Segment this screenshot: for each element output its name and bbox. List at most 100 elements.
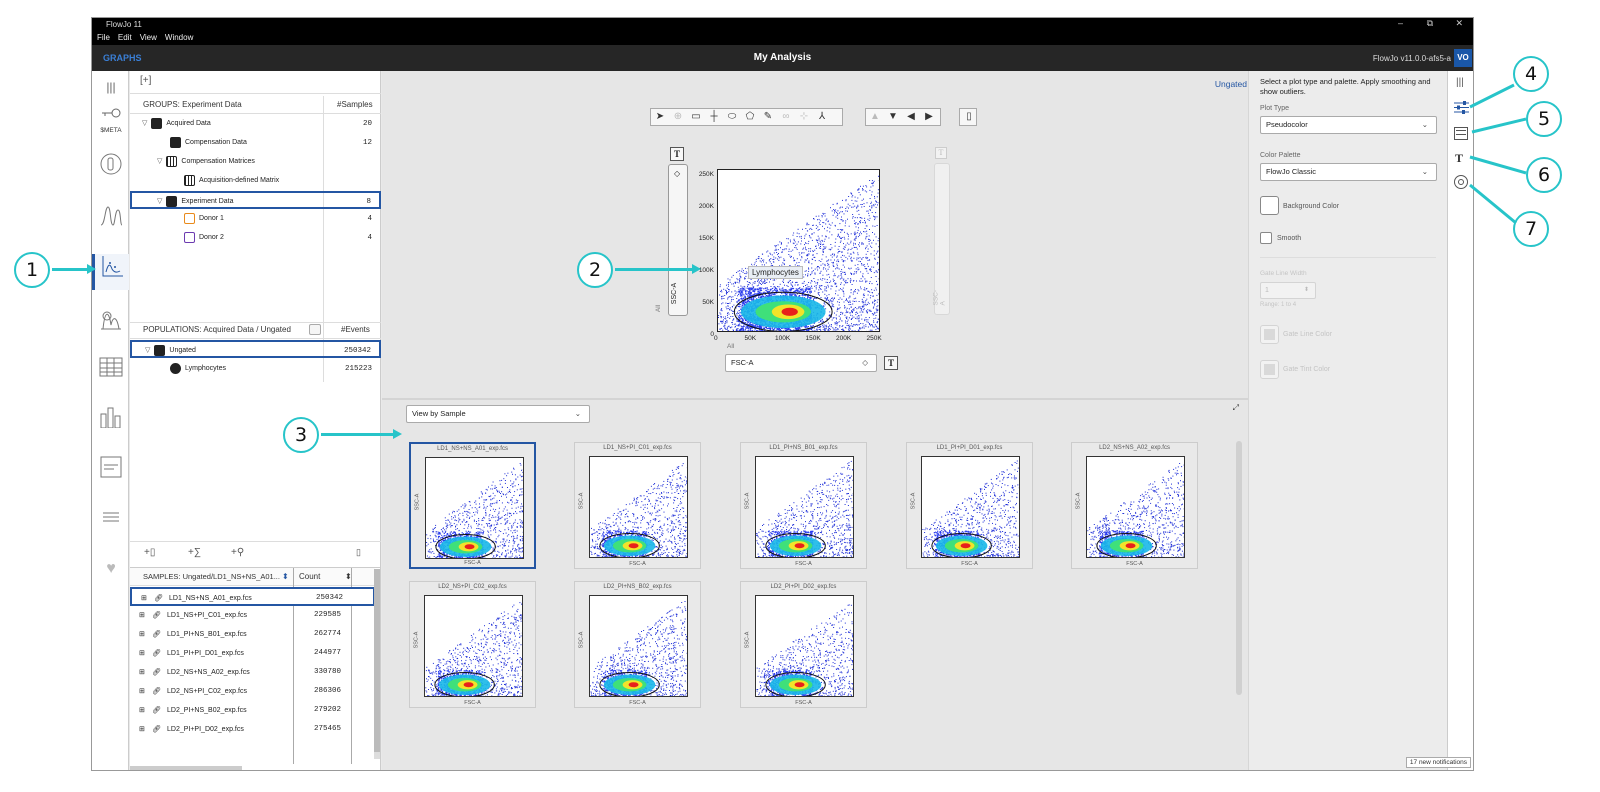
thumbnail-plot xyxy=(1086,456,1185,558)
y-text-button[interactable]: T xyxy=(670,147,684,161)
population-lymphocytes[interactable]: Lymphocytes 215223 xyxy=(170,360,380,378)
table-icon[interactable] xyxy=(99,357,123,381)
chevron-down-icon: ⌄ xyxy=(1421,120,1428,129)
samples-sort-icon[interactable]: ⬍ xyxy=(282,568,289,586)
sample-thumbnail[interactable]: LD1_NS+PI_C01_exp.fcs SSC-A FSC-A xyxy=(574,442,701,569)
thumbnail-y-label: SSC-A xyxy=(578,631,585,649)
expand-icon[interactable]: ⤢ xyxy=(1233,403,1239,413)
heart-icon[interactable]: ♥ xyxy=(99,557,123,581)
palette-dropdown[interactable]: FlowJo Classic ⌄ xyxy=(1260,163,1437,181)
population-ungated[interactable]: ▽ Ungated 250342 xyxy=(130,340,381,358)
thumbnail-plot xyxy=(424,595,523,697)
main-scatter-plot[interactable] xyxy=(717,169,880,332)
ellipse-tool-icon[interactable]: ⬭ xyxy=(723,109,741,125)
smooth-label: Smooth xyxy=(1277,235,1302,242)
menu-window[interactable]: Window xyxy=(165,33,193,42)
quadrant-tool-icon[interactable]: ┼ xyxy=(705,109,723,125)
sample-options-icon[interactable]: ▯ xyxy=(356,547,361,558)
plot-type-dropdown[interactable]: Pseudocolor ⌄ xyxy=(1260,116,1437,134)
sample-count: 279202 xyxy=(314,706,342,714)
sample-table-icon: ⊞ xyxy=(139,669,145,676)
sample-row[interactable]: ⊞ 🔗︎ LD2_NS+PI_C02_exp.fcs 286306 xyxy=(130,682,375,701)
x-text-button[interactable]: T xyxy=(884,356,898,370)
group-donor-2[interactable]: Donor 2 4 xyxy=(184,229,380,247)
callout-3-arrow xyxy=(321,433,395,436)
sample-tube-icon[interactable] xyxy=(99,153,123,177)
add-sample-icon[interactable]: +▯ xyxy=(144,547,155,558)
menu-view[interactable]: View xyxy=(140,33,157,42)
sample-row[interactable]: ⊞ 🔗︎ LD1_NS+PI_C01_exp.fcs 229585 xyxy=(130,606,375,625)
add-group-button[interactable]: [+] xyxy=(140,75,151,86)
sample-thumbnail[interactable]: LD1_PI+NS_B01_exp.fcs SSC-A FSC-A xyxy=(740,442,867,569)
graphs-icon[interactable] xyxy=(92,254,129,290)
samples-scrollbar[interactable] xyxy=(374,569,380,759)
restore-button[interactable]: ⧉ xyxy=(1427,18,1433,29)
sample-thumbnail[interactable]: LD2_PI+PI_D02_exp.fcs SSC-A FSC-A xyxy=(740,581,867,708)
navigation-toolbar: ▲ ▼ ◀ ▶ xyxy=(865,108,941,126)
histogram-icon[interactable] xyxy=(99,204,123,228)
callout-5: 5 xyxy=(1526,101,1562,137)
link-icon: 🔗︎ xyxy=(152,612,161,619)
group-donor-1[interactable]: Donor 1 4 xyxy=(184,210,380,228)
left-arrow-icon[interactable]: ◀ xyxy=(902,109,920,125)
add-statistic-icon[interactable]: +∑ xyxy=(188,547,201,558)
spline-tool-icon: ∞ xyxy=(782,111,790,122)
sample-thumbnail[interactable]: LD1_NS+NS_A01_exp.fcs SSC-A FSC-A xyxy=(409,442,536,569)
add-keyword-icon[interactable]: +⚲ xyxy=(231,547,244,558)
workspace-panel: [+] GROUPS: Experiment Data #Samples ▽ Ac… xyxy=(130,71,381,770)
down-arrow-icon[interactable]: ▼ xyxy=(884,109,902,125)
x-axis-selector[interactable]: FSC-A ◇ xyxy=(725,354,877,372)
ungated-link[interactable]: Ungated xyxy=(1215,79,1247,89)
group-compensation-matrices[interactable]: ▽ Compensation Matrices xyxy=(157,153,380,171)
horizontal-scrollbar[interactable] xyxy=(130,766,242,770)
thumbnail-y-label: SSC-A xyxy=(578,492,585,510)
y-axis-selector[interactable]: ◇ SSC-A xyxy=(668,164,688,316)
list-icon xyxy=(99,508,123,532)
group-acquired-data[interactable]: ▽ Acquired Data 20 xyxy=(142,115,380,133)
bar-chart-icon[interactable] xyxy=(99,406,123,430)
sample-row[interactable]: ⊞ 🔗︎ LD1_PI+PI_D01_exp.fcs 244977 xyxy=(130,644,375,663)
meta-key-icon[interactable]: $META xyxy=(99,103,123,134)
group-acquisition-matrix[interactable]: Acquisition-defined Matrix xyxy=(184,172,380,190)
sample-thumbnail[interactable]: LD2_PI+NS_B02_exp.fcs SSC-A FSC-A xyxy=(574,581,701,708)
view-by-dropdown[interactable]: View by Sample ⌄ xyxy=(406,405,590,423)
menu-file[interactable]: File xyxy=(97,33,110,42)
thumbnail-dotplot xyxy=(426,463,523,558)
population-label: Lymphocytes xyxy=(185,365,226,372)
sample-thumbnail[interactable]: LD2_NS+NS_A02_exp.fcs SSC-A FSC-A xyxy=(1071,442,1198,569)
gate-line-color-label: Gate Line Color xyxy=(1283,331,1333,338)
minimize-button[interactable]: – xyxy=(1398,18,1403,28)
sample-row[interactable]: ⊞ 🔗︎ LD1_NS+NS_A01_exp.fcs 250342 xyxy=(130,587,375,606)
population-options-icon[interactable] xyxy=(309,324,321,335)
panel-toggle-icon[interactable]: ||| xyxy=(99,75,123,99)
close-button[interactable]: ✕ xyxy=(1455,18,1463,29)
group-label: Experiment Data xyxy=(181,198,234,205)
background-color-swatch[interactable] xyxy=(1260,196,1279,215)
sample-row[interactable]: ⊞ 🔗︎ LD2_PI+PI_D02_exp.fcs 275465 xyxy=(130,720,375,739)
sample-row[interactable]: ⊞ 🔗︎ LD2_PI+NS_B02_exp.fcs 279202 xyxy=(130,701,375,720)
group-experiment-data[interactable]: ▽ Experiment Data 8 xyxy=(130,191,381,209)
polygon-tool-icon[interactable]: ⬠ xyxy=(741,109,759,125)
y-selector-chevrons: ◇ xyxy=(674,169,681,178)
rectangle-tool-icon[interactable]: ▭ xyxy=(687,109,705,125)
right-arrow-icon[interactable]: ▶ xyxy=(920,109,938,125)
sample-thumbnail[interactable]: LD2_NS+PI_C02_exp.fcs SSC-A FSC-A xyxy=(409,581,536,708)
smooth-checkbox[interactable] xyxy=(1260,232,1272,244)
thumbnail-toggle[interactable]: ▯ xyxy=(959,108,977,126)
report-icon[interactable] xyxy=(99,456,123,480)
sample-row[interactable]: ⊞ 🔗︎ LD1_PI+NS_B01_exp.fcs 262774 xyxy=(130,625,375,644)
divider xyxy=(1260,257,1436,258)
sample-row[interactable]: ⊞ 🔗︎ LD2_NS+NS_A02_exp.fcs 330780 xyxy=(130,663,375,682)
web-gate-tool-icon[interactable]: ⅄ xyxy=(813,109,831,125)
sample-table-icon: ⊞ xyxy=(139,688,145,695)
group-compensation-data[interactable]: Compensation Data 12 xyxy=(170,134,380,152)
pointer-tool-icon[interactable]: ➤ xyxy=(651,109,669,125)
menu-edit[interactable]: Edit xyxy=(118,33,132,42)
layout-icon[interactable] xyxy=(99,307,123,331)
y-tick: 250K xyxy=(698,171,714,178)
lymphocytes-gate-label[interactable]: Lymphocytes xyxy=(748,266,803,279)
notifications-badge[interactable]: 17 new notifications xyxy=(1405,757,1471,768)
sample-thumbnail[interactable]: LD1_PI+PI_D01_exp.fcs SSC-A FSC-A xyxy=(906,442,1033,569)
gallery-scrollbar[interactable] xyxy=(1236,441,1242,695)
freehand-tool-icon[interactable]: ✎ xyxy=(759,109,777,125)
